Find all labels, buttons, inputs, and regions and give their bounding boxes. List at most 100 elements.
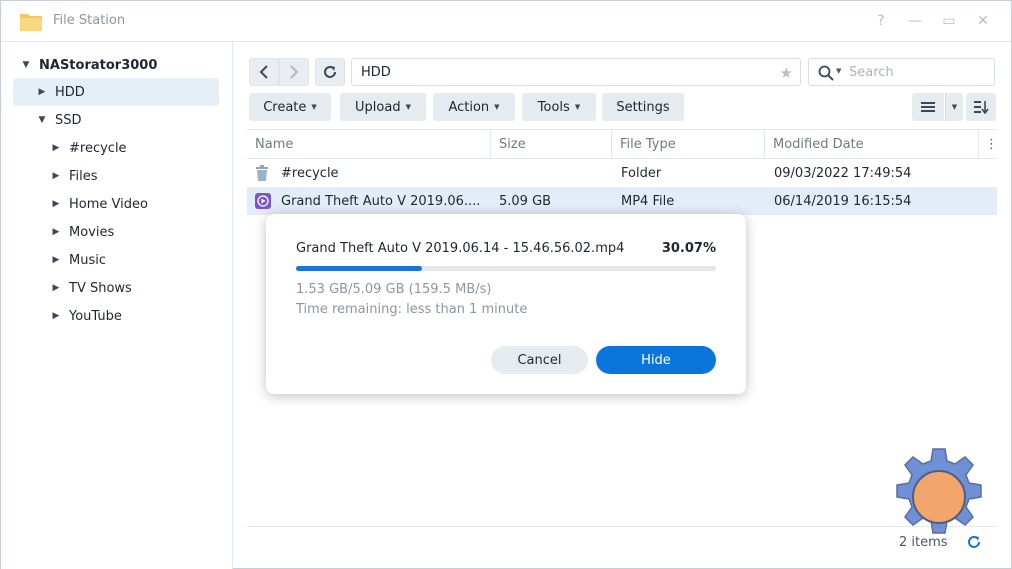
collapsed-arrow-icon[interactable]: ▶ bbox=[51, 311, 61, 321]
sidebar-item-hdd[interactable]: ▶ HDD bbox=[13, 78, 219, 106]
file-modified: 09/03/2022 17:49:54 bbox=[774, 165, 912, 181]
tree-root-label: NAStorator3000 bbox=[39, 57, 158, 73]
tree-root-nas[interactable]: ▼ NAStorator3000 bbox=[21, 51, 158, 79]
chevron-left-icon bbox=[259, 65, 268, 79]
star-icon[interactable]: ★ bbox=[780, 64, 793, 82]
file-size: 5.09 GB bbox=[499, 193, 552, 209]
collapsed-arrow-icon[interactable]: ▶ bbox=[51, 283, 61, 293]
sidebar-item-tv-shows[interactable]: ▶ TV Shows bbox=[51, 274, 132, 302]
collapsed-arrow-icon[interactable]: ▶ bbox=[51, 143, 61, 153]
sidebar-tree: ▼ NAStorator3000 ▶ HDD ▼ SSD ▶ #recycle … bbox=[1, 41, 233, 569]
file-modified: 06/14/2019 16:15:54 bbox=[774, 193, 912, 209]
sidebar-item-label: TV Shows bbox=[69, 280, 132, 296]
sidebar-item-label: Movies bbox=[69, 224, 115, 240]
file-station-window: File Station ? — ▭ ✕ ▼ NAStorator3000 ▶ … bbox=[0, 0, 1012, 569]
collapsed-arrow-icon[interactable]: ▶ bbox=[51, 227, 61, 237]
refresh-button[interactable] bbox=[315, 58, 345, 86]
search-box[interactable]: ▼ bbox=[808, 58, 995, 86]
create-button[interactable]: Create ▼ bbox=[249, 93, 331, 121]
minimize-icon[interactable]: — bbox=[905, 11, 925, 31]
upload-progress-dialog: Grand Theft Auto V 2019.06.14 - 15.46.56… bbox=[266, 214, 746, 394]
sidebar-item-label: Files bbox=[69, 168, 98, 184]
sidebar-item-recycle[interactable]: ▶ #recycle bbox=[51, 134, 127, 162]
file-size bbox=[499, 159, 609, 187]
sort-button[interactable] bbox=[966, 93, 996, 121]
refresh-icon bbox=[324, 66, 336, 78]
column-header-type[interactable]: File Type bbox=[612, 130, 765, 159]
progress-percent: 30.07% bbox=[661, 241, 716, 256]
sidebar-item-home-video[interactable]: ▶ Home Video bbox=[51, 190, 148, 218]
close-icon[interactable]: ✕ bbox=[973, 11, 993, 31]
help-icon[interactable]: ? bbox=[871, 11, 891, 31]
folder-icon bbox=[20, 14, 42, 31]
back-button[interactable] bbox=[249, 58, 279, 86]
column-header-size[interactable]: Size bbox=[491, 130, 612, 159]
progress-filename: Grand Theft Auto V 2019.06.14 - 15.46.56… bbox=[296, 241, 625, 256]
list-view-icon bbox=[921, 102, 935, 112]
caret-down-icon: ▼ bbox=[311, 103, 317, 111]
upload-label: Upload bbox=[355, 99, 401, 115]
list-footer: 2 items bbox=[247, 526, 997, 556]
sidebar-item-label: Home Video bbox=[69, 196, 148, 212]
table-row[interactable]: #recycle Folder 09/03/2022 17:49:54 bbox=[247, 159, 997, 187]
settings-button[interactable]: Settings bbox=[602, 93, 684, 121]
file-name: #recycle bbox=[281, 165, 339, 181]
collapsed-arrow-icon[interactable]: ▶ bbox=[51, 255, 61, 265]
sidebar-item-label: #recycle bbox=[69, 140, 127, 156]
collapsed-arrow-icon[interactable]: ▶ bbox=[51, 199, 61, 209]
upload-button[interactable]: Upload ▼ bbox=[340, 93, 426, 121]
caret-down-icon: ▼ bbox=[494, 103, 500, 111]
progress-bar-fill bbox=[296, 266, 423, 271]
sidebar-item-music[interactable]: ▶ Music bbox=[51, 246, 106, 274]
sidebar-item-files[interactable]: ▶ Files bbox=[51, 162, 98, 190]
window-controls: ? — ▭ ✕ bbox=[871, 11, 993, 31]
search-input[interactable] bbox=[849, 63, 989, 81]
create-label: Create bbox=[263, 99, 307, 115]
action-button[interactable]: Action ▼ bbox=[433, 93, 515, 121]
sort-icon bbox=[974, 101, 989, 114]
gear-icon[interactable] bbox=[889, 447, 989, 547]
sidebar-item-ssd[interactable]: ▼ SSD bbox=[37, 106, 82, 134]
column-menu-icon[interactable]: ⋮ bbox=[979, 130, 998, 159]
column-header-name[interactable]: Name bbox=[247, 130, 491, 159]
sidebar-item-movies[interactable]: ▶ Movies bbox=[51, 218, 115, 246]
tools-button[interactable]: Tools ▼ bbox=[522, 93, 596, 121]
file-type: MP4 File bbox=[621, 193, 675, 209]
collapsed-arrow-icon[interactable]: ▶ bbox=[37, 87, 47, 97]
progress-stats: 1.53 GB/5.09 GB (159.5 MB/s) bbox=[296, 282, 492, 297]
sidebar-item-label: HDD bbox=[55, 84, 85, 100]
window-title: File Station bbox=[53, 13, 126, 28]
caret-down-icon: ▼ bbox=[574, 103, 581, 111]
chevron-right-icon bbox=[290, 65, 299, 79]
progress-bar bbox=[296, 266, 716, 271]
caret-down-icon[interactable]: ▼ bbox=[836, 67, 841, 75]
path-input[interactable]: HDD ★ bbox=[351, 58, 801, 86]
collapsed-arrow-icon[interactable]: ▶ bbox=[51, 171, 61, 181]
table-row[interactable]: Grand Theft Auto V 2019.06.... 5.09 GB M… bbox=[247, 187, 997, 215]
sidebar-item-youtube[interactable]: ▶ YouTube bbox=[51, 302, 122, 330]
file-type: Folder bbox=[621, 165, 662, 181]
view-dropdown-button[interactable]: ▼ bbox=[945, 93, 963, 121]
expanded-arrow-icon[interactable]: ▼ bbox=[21, 60, 31, 70]
tools-label: Tools bbox=[537, 99, 570, 115]
hide-button[interactable]: Hide bbox=[596, 346, 716, 374]
caret-down-icon: ▼ bbox=[951, 103, 958, 111]
search-icon bbox=[818, 65, 834, 81]
sidebar-item-label: Music bbox=[69, 252, 106, 268]
progress-time-remaining: Time remaining: less than 1 minute bbox=[296, 302, 528, 317]
maximize-icon[interactable]: ▭ bbox=[939, 11, 959, 31]
path-value: HDD bbox=[361, 64, 391, 80]
column-header-modified[interactable]: Modified Date bbox=[765, 130, 979, 159]
sidebar-item-label: SSD bbox=[55, 112, 82, 128]
video-file-icon bbox=[255, 187, 273, 215]
settings-label: Settings bbox=[616, 99, 670, 115]
forward-button[interactable] bbox=[279, 58, 309, 86]
action-label: Action bbox=[448, 99, 490, 115]
list-view-button[interactable] bbox=[912, 93, 944, 121]
list-header: Name Size File Type Modified Date ⋮ bbox=[247, 129, 998, 159]
cancel-button[interactable]: Cancel bbox=[491, 346, 588, 374]
trash-icon bbox=[255, 159, 273, 187]
caret-down-icon: ▼ bbox=[405, 103, 411, 111]
expanded-arrow-icon[interactable]: ▼ bbox=[37, 115, 47, 125]
title-bar: File Station ? — ▭ ✕ bbox=[1, 1, 1011, 41]
